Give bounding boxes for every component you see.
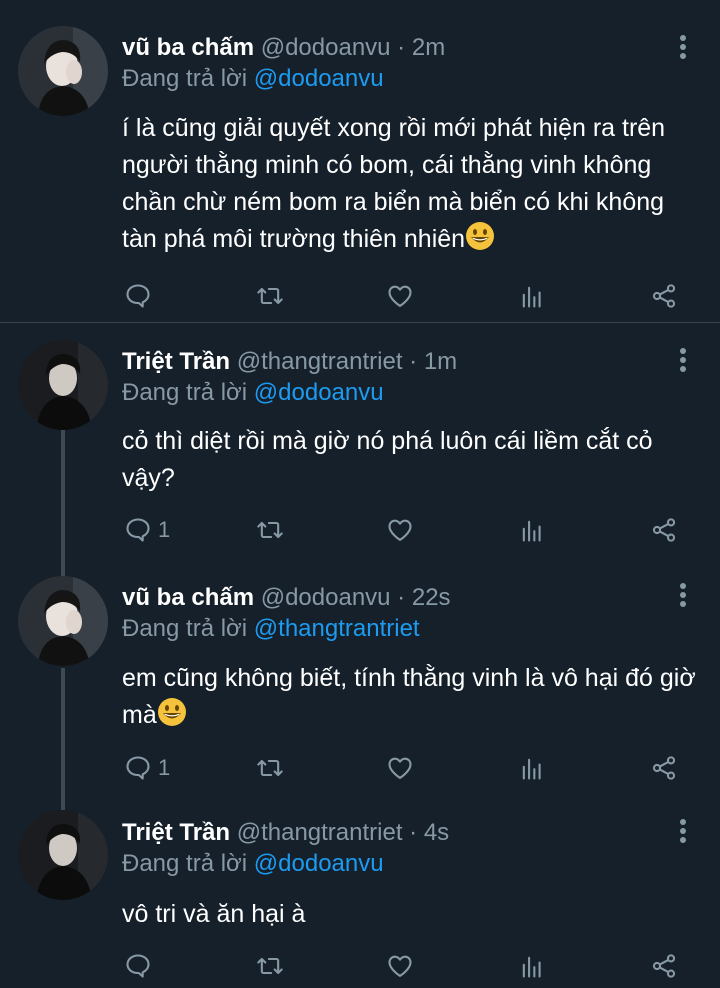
like-button[interactable] [386,514,414,546]
retweet-button[interactable] [256,280,284,312]
heart-icon [388,757,412,779]
reply-prefix: Đang trả lời [122,615,254,642]
avatar[interactable] [18,340,108,430]
reply-handle-link[interactable]: @dodoanvu [254,379,384,406]
tweet-4[interactable]: Triệt Trần @thangtrantriet · 4s Đang trả… [0,800,720,988]
tweet-header: Triệt Trần @thangtrantriet · 1m [122,347,457,377]
views-icon [522,758,541,780]
reply-prefix: Đang trả lời [122,379,254,406]
retweet-button[interactable] [256,752,284,784]
views-icon [522,956,541,978]
tweet-text: í là cũng giải quyết xong rồi mới phát h… [122,110,697,258]
views-button[interactable] [518,514,546,546]
avatar-image [18,810,108,900]
handle-time: @dodoanvu · 22s [260,584,451,611]
avatar-image [18,340,108,430]
views-icon [522,286,541,308]
retweet-icon [257,759,283,777]
display-name[interactable]: Triệt Trần [122,819,230,846]
replying-to: Đang trả lời @dodoanvu [122,378,384,408]
reply-icon [126,756,150,780]
tweet-header: Triệt Trần @thangtrantriet · 4s [122,818,449,848]
action-bar: 1 [0,514,720,546]
tweet-3[interactable]: vũ ba chấm @dodoanvu · 22s Đang trả lời … [0,568,720,800]
views-button[interactable] [518,280,546,312]
tweet-2[interactable]: Triệt Trần @thangtrantriet · 1m Đang trả… [0,323,720,568]
like-button[interactable] [386,752,414,784]
reply-icon [126,284,150,308]
grinning-face-emoji [466,222,495,250]
avatar[interactable] [18,810,108,900]
display-name[interactable]: vũ ba chấm [122,584,254,611]
avatar-image [18,26,108,116]
avatar[interactable] [18,576,108,666]
reply-icon [126,954,150,978]
replying-to: Đang trả lời @dodoanvu [122,849,384,879]
reply-button[interactable]: 1 [124,514,170,546]
more-icon[interactable] [676,582,690,608]
display-name[interactable]: Triệt Trần [122,348,230,375]
views-button[interactable] [518,950,546,982]
display-name[interactable]: vũ ba chấm [122,34,254,61]
heart-icon [388,955,412,977]
handle-time: @thangtrantriet · 4s [236,819,450,846]
reply-count: 1 [158,517,171,542]
share-icon [652,284,676,308]
more-icon[interactable] [676,34,690,60]
heart-icon [388,285,412,307]
handle-time: @dodoanvu · 2m [260,34,446,61]
share-icon [652,518,676,542]
share-button[interactable] [650,950,678,982]
tweet-text: cỏ thì diệt rồi mà giờ nó phá luôn cái l… [122,423,697,497]
heart-icon [388,519,412,541]
share-button[interactable] [650,752,678,784]
action-bar: 1 [0,752,720,784]
reply-button[interactable] [124,280,158,312]
reply-icon [126,518,150,542]
share-icon [652,954,676,978]
retweet-icon [257,287,283,305]
more-icon[interactable] [676,818,690,844]
retweet-icon [257,957,283,975]
reply-count: 1 [158,755,171,780]
avatar-image [18,576,108,666]
replying-to: Đang trả lời @thangtrantriet [122,614,420,644]
views-button[interactable] [518,752,546,784]
tweet-text-content: vô tri và ăn hại à [122,900,306,928]
reply-handle-link[interactable]: @dodoanvu [254,850,384,877]
reply-prefix: Đang trả lời [122,65,254,92]
retweet-button[interactable] [256,514,284,546]
tweet-text-content: í là cũng giải quyết xong rồi mới phát h… [122,114,666,253]
grinning-face-emoji [157,698,186,726]
share-button[interactable] [650,514,678,546]
reply-handle-link[interactable]: @thangtrantriet [254,615,420,642]
handle-time: @thangtrantriet · 1m [236,348,458,375]
share-button[interactable] [650,280,678,312]
action-bar [0,280,720,312]
action-bar [0,950,720,982]
retweet-icon [257,521,283,539]
tweet-text: em cũng không biết, tính thằng vinh là v… [122,660,697,734]
tweet-1[interactable]: vũ ba chấm @dodoanvu · 2m Đang trả lời @… [0,0,720,322]
more-icon[interactable] [676,347,690,373]
retweet-button[interactable] [256,950,284,982]
tweet-text-content: em cũng không biết, tính thằng vinh là v… [122,664,696,729]
share-icon [652,756,676,780]
avatar[interactable] [18,26,108,116]
views-icon [522,520,541,542]
reply-button[interactable]: 1 [124,752,170,784]
like-button[interactable] [386,280,414,312]
tweet-header: vũ ba chấm @dodoanvu · 22s [122,583,451,613]
replying-to: Đang trả lời @dodoanvu [122,64,384,94]
tweet-header: vũ ba chấm @dodoanvu · 2m [122,33,445,63]
tweet-text: vô tri và ăn hại à [122,896,697,933]
tweet-text-content: cỏ thì diệt rồi mà giờ nó phá luôn cái l… [122,427,653,492]
like-button[interactable] [386,950,414,982]
reply-handle-link[interactable]: @dodoanvu [254,65,384,92]
reply-prefix: Đang trả lời [122,850,254,877]
reply-button[interactable] [124,950,158,982]
